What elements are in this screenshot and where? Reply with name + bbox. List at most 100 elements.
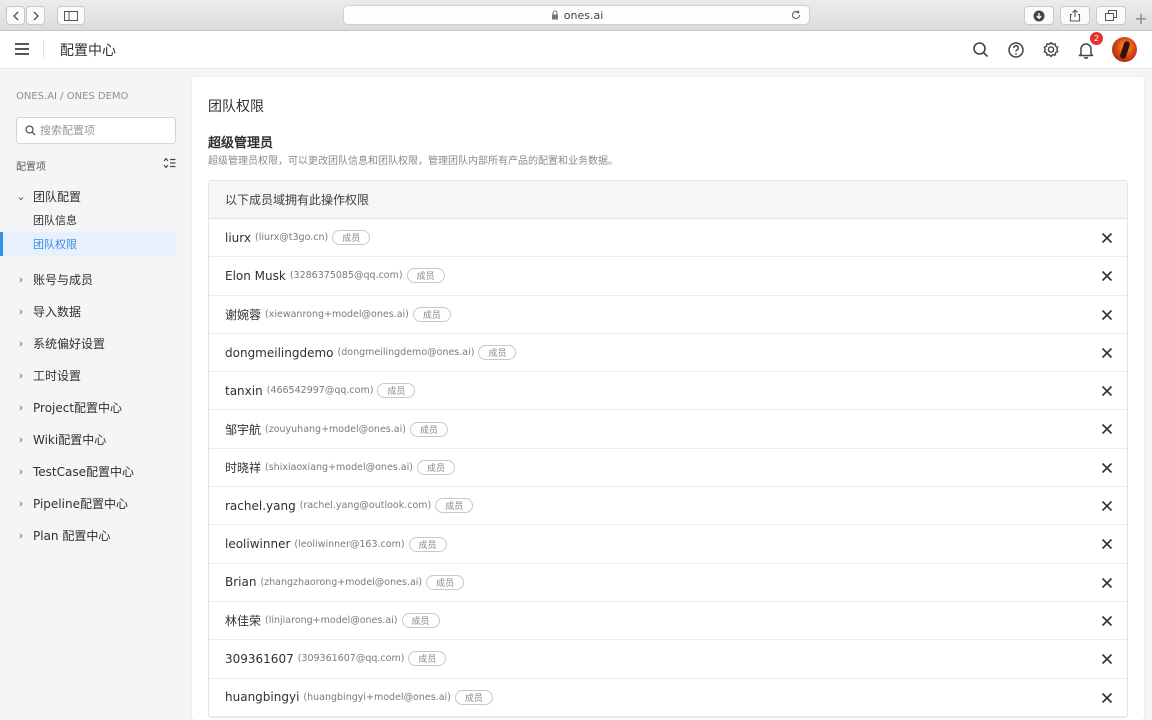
chevron-down-icon: ⌄ — [16, 190, 26, 203]
sidebar-toggle-button[interactable] — [57, 6, 85, 25]
member-name: liurx — [225, 230, 251, 245]
search-icon — [25, 125, 36, 136]
close-icon[interactable] — [1101, 692, 1113, 704]
role-tag: 成员 — [409, 421, 448, 437]
search-box[interactable] — [16, 117, 176, 144]
member-list: liurx (liurx@t3go.cn) 成员 Elon Musk (32863750… — [209, 219, 1127, 717]
help-icon[interactable] — [1006, 40, 1026, 60]
close-icon[interactable] — [1101, 577, 1113, 589]
sidebar-group-label: 系统偏好设置 — [33, 337, 106, 351]
sort-icon[interactable] — [163, 157, 176, 169]
close-icon[interactable] — [1101, 270, 1113, 282]
chevron-right-icon: › — [18, 497, 24, 510]
member-name: rachel.yang — [225, 498, 296, 513]
breadcrumb: ONES.AI / ONES DEMO — [16, 91, 129, 102]
avatar[interactable] — [1112, 37, 1137, 62]
member-email: (3286375085@qq.com) — [289, 270, 403, 282]
member-email: (shixiaoxiang+model@ones.ai) — [265, 461, 413, 473]
chevron-right-icon: › — [18, 529, 24, 542]
sidebar-group-label: Project配置中心 — [33, 401, 123, 415]
sidebar-group-wiki[interactable]: › Wiki配置中心 — [16, 431, 106, 448]
header-divider — [43, 41, 44, 59]
member-email: (zouyuhang+model@ones.ai) — [265, 423, 406, 435]
sidebar-group-pipeline[interactable]: › Pipeline配置中心 — [16, 495, 128, 512]
sidebar-group-team-config[interactable]: ⌄ 团队配置 — [16, 188, 81, 205]
close-icon[interactable] — [1101, 615, 1113, 627]
address-bar[interactable]: ones.ai — [343, 5, 810, 25]
member-name: huangbingyi — [225, 690, 300, 705]
table-row: rachel.yang (rachel.yang@outlook.com) 成员 — [209, 487, 1127, 526]
search-input[interactable] — [40, 124, 168, 137]
member-email: (liurx@t3go.cn) — [255, 232, 329, 244]
section-description: 超级管理员权限，可以更改团队信息和团队权限，管理团队内部所有产品的配置和业务数据… — [208, 156, 618, 167]
sidebar-group-label: 账号与成员 — [33, 273, 94, 287]
notification-badge: 2 — [1090, 32, 1103, 45]
role-tag: 成员 — [478, 345, 517, 361]
forward-button[interactable] — [26, 6, 45, 25]
sidebar-item-team-permissions[interactable]: 团队权限 — [0, 232, 176, 256]
close-icon[interactable] — [1101, 538, 1113, 550]
member-name: Brian — [225, 575, 257, 590]
close-icon[interactable] — [1101, 500, 1113, 512]
member-email: (xiewanrong+model@ones.ai) — [265, 308, 409, 320]
table-row: tanxin (466542997@qq.com) 成员 — [209, 372, 1127, 411]
sidebar-group-label: Wiki配置中心 — [33, 433, 107, 447]
sidebar-group-import[interactable]: › 导入数据 — [16, 303, 81, 320]
table-row: 309361607 (309361607@qq.com) 成员 — [209, 640, 1127, 679]
chevron-right-icon: › — [18, 273, 24, 286]
table-row: liurx (liurx@t3go.cn) 成员 — [209, 219, 1127, 258]
share-button[interactable] — [1060, 6, 1090, 25]
close-icon[interactable] — [1101, 347, 1113, 359]
member-table: 以下成员域拥有此操作权限 liurx (liurx@t3go.cn) 成员 Elon … — [208, 180, 1128, 718]
role-tag: 成员 — [435, 498, 474, 514]
sidebar-group-project[interactable]: › Project配置中心 — [16, 399, 122, 416]
table-row: 邹宇航 (zouyuhang+model@ones.ai) 成员 — [209, 410, 1127, 449]
sidebar-group-label: Pipeline配置中心 — [33, 497, 128, 511]
member-email: (leoliwinner@163.com) — [294, 538, 405, 550]
role-tag: 成员 — [426, 574, 465, 590]
sidebar-group-plan[interactable]: › Plan 配置中心 — [16, 527, 111, 544]
close-icon[interactable] — [1101, 309, 1113, 321]
search-icon[interactable] — [971, 40, 991, 60]
table-row: Brian (zhangzhaorong+model@ones.ai) 成员 — [209, 564, 1127, 602]
role-tag: 成员 — [408, 651, 447, 667]
new-tab-button[interactable]: + — [1130, 5, 1152, 31]
table-row: 时晓祥 (shixiaoxiang+model@ones.ai) 成员 — [209, 449, 1127, 488]
member-email: (huangbingyi+model@ones.ai) — [303, 691, 451, 703]
lock-icon — [551, 10, 558, 20]
member-email: (zhangzhaorong+model@ones.ai) — [260, 576, 423, 588]
settings-gear-icon[interactable] — [1041, 40, 1061, 60]
role-tag: 成员 — [401, 613, 440, 629]
reload-icon[interactable] — [790, 9, 802, 21]
sidebar-group-accounts[interactable]: › 账号与成员 — [16, 271, 93, 288]
close-icon[interactable] — [1101, 653, 1113, 665]
close-icon[interactable] — [1101, 232, 1113, 244]
member-name: 邹宇航 — [225, 422, 262, 437]
menu-icon[interactable] — [15, 43, 29, 55]
back-button[interactable] — [6, 6, 25, 25]
close-icon[interactable] — [1101, 423, 1113, 435]
close-icon[interactable] — [1101, 462, 1113, 474]
sidebar-group-testcase[interactable]: › TestCase配置中心 — [16, 463, 134, 480]
sidebar-item-team-info[interactable]: 团队信息 — [0, 208, 176, 232]
member-name: 时晓祥 — [225, 460, 262, 475]
downloads-button[interactable] — [1024, 6, 1054, 25]
main-panel: 团队权限 超级管理员 超级管理员权限，可以更改团队信息和团队权限，管理团队内部所… — [192, 77, 1144, 720]
role-tag: 成员 — [454, 689, 493, 705]
section-title: 超级管理员 — [208, 136, 274, 151]
member-name: 309361607 — [225, 651, 294, 666]
member-email: (466542997@qq.com) — [266, 385, 374, 397]
sidebar-group-label: 导入数据 — [33, 305, 82, 319]
app-title: 配置中心 — [60, 43, 116, 59]
sidebar-group-worktime[interactable]: › 工时设置 — [16, 367, 81, 384]
url-text: ones.ai — [563, 8, 604, 22]
role-tag: 成员 — [332, 230, 371, 246]
sidebar: ONES.AI / ONES DEMO 配置项 ⌄ 团队配置 团队信息 团队权限… — [0, 70, 190, 720]
tabs-overview-button[interactable] — [1096, 6, 1126, 25]
close-icon[interactable] — [1101, 385, 1113, 397]
sidebar-group-preferences[interactable]: › 系统偏好设置 — [16, 335, 105, 352]
role-tag: 成员 — [408, 536, 447, 552]
app-header: 配置中心 — [0, 31, 1152, 69]
role-tag: 成员 — [416, 459, 455, 475]
table-row: Elon Musk (3286375085@qq.com) 成员 — [209, 257, 1127, 296]
